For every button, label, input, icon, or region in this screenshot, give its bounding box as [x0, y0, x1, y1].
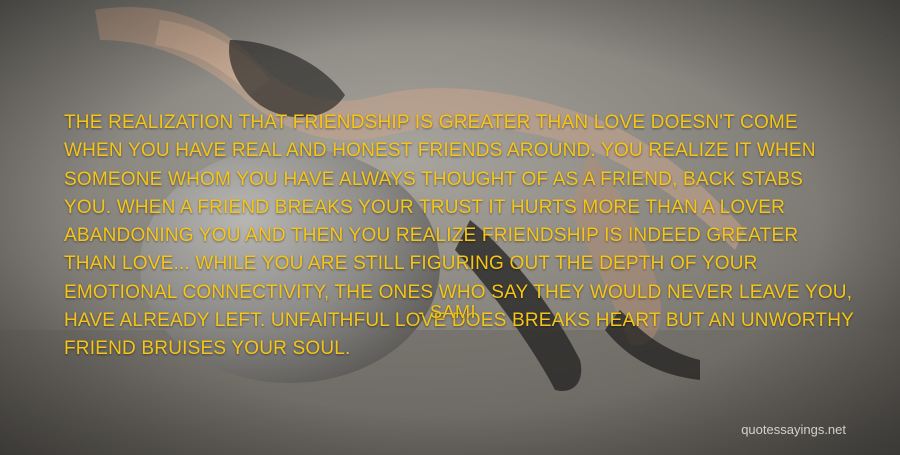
site-watermark: quotessayings.net: [741, 422, 846, 437]
quote-author: - SAMI: [418, 302, 477, 322]
quote-text: THE REALIZATION THAT FRIENDSHIP IS GREAT…: [64, 112, 854, 360]
